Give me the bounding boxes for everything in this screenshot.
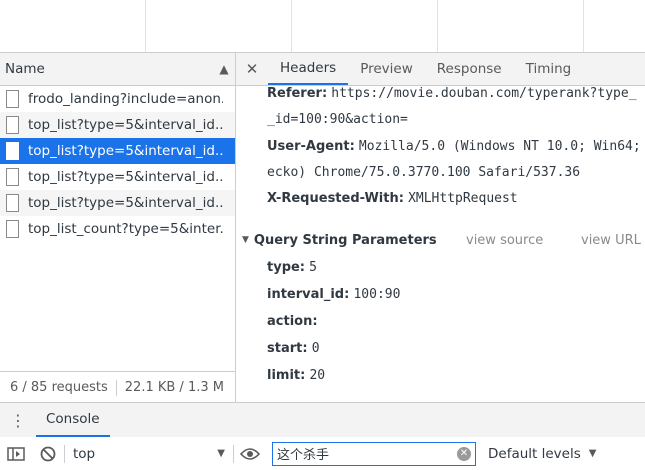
timeline-divider (291, 0, 292, 52)
section-title: Query String Parameters (253, 232, 437, 248)
transfer-size: 22.1 KB / 1.3 M (124, 380, 224, 395)
param-value: 5 (309, 260, 317, 275)
request-name: top_list?type=5&interval_id... (28, 143, 223, 159)
console-toolbar: top ▼ ✕ Default levels ▼ (0, 437, 645, 470)
param-value: 20 (309, 368, 326, 383)
request-name: top_list?type=5&interval_id... (28, 117, 223, 133)
query-param: limit: 20 (267, 368, 325, 383)
param-key: interval_id: (267, 287, 350, 302)
request-name: frodo_landing?include=anon... (28, 91, 223, 107)
tab-response[interactable]: Response (425, 53, 514, 85)
header-key: Referer: (267, 86, 328, 101)
header-value: XMLHttpRequest (408, 191, 518, 206)
context-selector[interactable]: top ▼ (65, 446, 233, 462)
name-column-label: Name (5, 61, 45, 77)
document-icon (6, 194, 19, 212)
summary-divider (115, 379, 117, 396)
triangle-up-icon[interactable]: ▲ (213, 62, 235, 76)
request-row[interactable]: top_list_count?type=5&inter... (0, 216, 235, 242)
header-referer: Referer: https://movie.douban.com/typera… (267, 86, 637, 101)
header-x-requested-with: X-Requested-With: XMLHttpRequest (267, 191, 518, 206)
dropdown-caret-icon: ▼ (588, 448, 597, 459)
query-param: start: 0 (267, 341, 320, 356)
request-count: 6 / 85 requests (10, 380, 108, 395)
request-row-selected[interactable]: top_list?type=5&interval_id... (0, 138, 235, 164)
timeline-divider (145, 0, 146, 52)
query-param: interval_id: 100:90 (267, 287, 400, 302)
close-icon[interactable]: ✕ (236, 53, 268, 85)
context-label: top (73, 445, 96, 462)
header-user-agent-continued: ecko) Chrome/75.0.3770.100 Safari/537.36 (267, 165, 581, 180)
dropdown-caret-icon: ▼ (217, 448, 225, 459)
clear-console-icon[interactable] (32, 446, 64, 462)
view-url-link[interactable]: view URL (581, 233, 641, 248)
clear-filter-icon[interactable]: ✕ (457, 446, 471, 461)
triangle-down-icon[interactable]: ▼ (242, 235, 249, 245)
levels-label: Default levels (488, 445, 581, 462)
detail-tab-bar: ✕ Headers Preview Response Timing (236, 53, 645, 86)
param-value: 100:90 (353, 287, 401, 302)
timeline-divider (583, 0, 584, 52)
document-icon (6, 142, 19, 160)
view-source-link[interactable]: view source (466, 233, 543, 248)
tab-preview[interactable]: Preview (348, 53, 425, 85)
param-key: action: (267, 314, 318, 329)
query-param: action: (267, 314, 318, 329)
request-detail-panel: ✕ Headers Preview Response Timing Refere… (236, 53, 645, 402)
request-name: top_list?type=5&interval_id... (28, 169, 223, 185)
header-value: Mozilla/5.0 (Windows NT 10.0; Win64; (358, 139, 641, 154)
tab-timing[interactable]: Timing (514, 53, 584, 85)
timeline-overview[interactable] (0, 0, 645, 53)
request-summary-bar: 6 / 85 requests 22.1 KB / 1.3 M (0, 371, 235, 403)
query-param: type: 5 (267, 260, 317, 275)
log-levels-dropdown[interactable]: Default levels ▼ (488, 446, 596, 462)
param-key: start: (267, 341, 308, 356)
sidebar-toggle-icon[interactable] (0, 446, 32, 461)
document-icon (6, 90, 19, 108)
request-name: top_list?type=5&interval_id... (28, 195, 223, 211)
eye-icon[interactable] (234, 447, 266, 461)
request-name: top_list_count?type=5&inter... (28, 221, 223, 237)
filter-input[interactable] (273, 446, 451, 461)
param-key: type: (267, 260, 306, 275)
param-value: 0 (311, 341, 320, 356)
query-string-section-header[interactable]: ▼ Query String Parameters view source vi… (242, 230, 645, 250)
request-list-panel: Name ▲ frodo_landing?include=anon... top… (0, 53, 236, 403)
console-filter-field[interactable]: ✕ (272, 441, 476, 466)
header-key: User-Agent: (267, 139, 355, 154)
header-referer-continued: _id=100:90&action= (267, 112, 408, 127)
request-row[interactable]: top_list?type=5&interval_id... (0, 164, 235, 190)
param-key: limit: (267, 368, 306, 383)
more-options-icon[interactable]: ⋮ (0, 403, 36, 437)
header-user-agent: User-Agent: Mozilla/5.0 (Windows NT 10.0… (267, 139, 641, 154)
header-value: https://movie.douban.com/typerank?type_ (331, 86, 637, 101)
document-icon (6, 220, 19, 238)
tab-headers[interactable]: Headers (268, 53, 349, 85)
header-key: X-Requested-With: (267, 191, 404, 206)
timeline-divider (437, 0, 438, 52)
document-icon (6, 168, 19, 186)
request-row[interactable]: frodo_landing?include=anon... (0, 86, 235, 112)
name-column-header[interactable]: Name ▲ (0, 53, 235, 86)
document-icon (6, 116, 19, 134)
drawer-tab-bar: ⋮ Console (0, 402, 645, 438)
request-row[interactable]: top_list?type=5&interval_id... (0, 190, 235, 216)
tab-console[interactable]: Console (36, 403, 110, 437)
request-row[interactable]: top_list?type=5&interval_id... (0, 112, 235, 138)
